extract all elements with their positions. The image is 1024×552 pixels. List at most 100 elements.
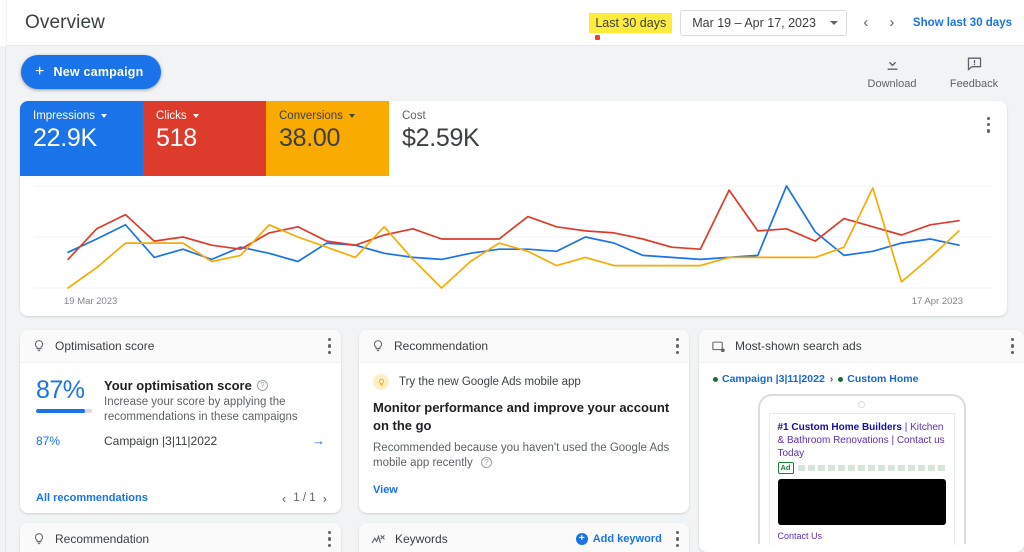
toolbar-right-actions: Download Feedback: [864, 55, 1024, 90]
optimisation-card-body: 87% Your optimisation score ? Increase y…: [20, 363, 341, 425]
ad-display-url-redacted: [797, 465, 946, 471]
recommendation-card-2: Recommendation: [20, 523, 341, 552]
metric-tile-conversions[interactable]: Conversions 38.00: [266, 101, 389, 176]
metric-tile-cost[interactable]: Cost $2.59K: [389, 101, 512, 176]
performance-card-menu[interactable]: [986, 101, 1007, 133]
ad-badge: Ad: [777, 462, 794, 474]
breadcrumb-separator: ›: [829, 373, 834, 385]
lightbulb-badge-icon: [373, 374, 389, 390]
optimisation-card-actions: [327, 338, 331, 354]
metric-cost-value: $2.59K: [402, 124, 480, 152]
left-nav-rail-top: [0, 0, 6, 46]
metric-tile-impressions[interactable]: Impressions 22.9K: [20, 101, 143, 176]
keywords-card-header: Keywords + Add keyword: [359, 523, 689, 552]
metric-impressions-value: 22.9K: [33, 124, 97, 152]
action-toolbar: + New campaign Download Feedback: [7, 47, 1024, 97]
more-options-icon[interactable]: [327, 338, 331, 354]
keywords-icon: [371, 533, 386, 546]
recommendation-2-header: Recommendation: [20, 523, 341, 552]
recommendation-card: Recommendation Try the new Google Ads mo…: [359, 330, 689, 513]
ad-sitelink-1[interactable]: Contact Us: [778, 531, 946, 541]
notification-dot: [595, 35, 600, 40]
header-controls: Last 30 days Mar 19 – Apr 17, 2023 ‹ › S…: [589, 9, 1024, 36]
metric-tile-clicks[interactable]: Clicks 518: [143, 101, 266, 176]
lightbulb-icon: [371, 339, 385, 353]
metric-cost-label: Cost: [402, 110, 426, 122]
recommendation-reason: Recommended because you haven't used the…: [373, 441, 673, 471]
new-campaign-label: New campaign: [53, 65, 144, 79]
optimisation-score-percent: 87%: [36, 376, 85, 404]
metric-clicks-header: Clicks: [156, 110, 266, 122]
optimisation-card-footer: All recommendations ‹ 1 / 1 ›: [20, 483, 341, 513]
most-shown-search-ads-card: Most-shown search ads Campaign |3|11|202…: [699, 330, 1024, 552]
download-label: Download: [867, 77, 917, 90]
optimisation-card-header: Optimisation score: [20, 330, 341, 363]
optimisation-headline-text: Your optimisation score: [104, 378, 252, 393]
optimisation-score-text: Your optimisation score ? Increase your …: [104, 377, 325, 425]
keywords-card-actions: + Add keyword: [575, 531, 679, 547]
keywords-card-title: Keywords: [395, 532, 448, 546]
feedback-button[interactable]: Feedback: [946, 55, 1002, 90]
most-shown-ads-body: Campaign |3|11|2022 › Custom Home #1 Cus…: [699, 363, 1024, 545]
more-options-icon[interactable]: [327, 531, 331, 547]
left-nav-rail: [0, 0, 6, 552]
all-recommendations-link[interactable]: All recommendations: [36, 492, 148, 504]
metric-conversions-label: Conversions: [279, 110, 343, 122]
breadcrumb-adgroup-link[interactable]: Custom Home: [847, 373, 918, 385]
new-campaign-button[interactable]: + New campaign: [21, 55, 162, 89]
arrow-right-icon[interactable]: →: [312, 433, 325, 448]
date-next-button[interactable]: ›: [879, 10, 905, 36]
most-shown-ads-header: Most-shown search ads: [699, 330, 1024, 363]
ad-preview-icon: [711, 339, 726, 354]
breadcrumb-campaign-link[interactable]: Campaign |3|11|2022: [722, 373, 825, 385]
chart-line-conversions: [67, 187, 960, 289]
lightbulb-icon: [32, 532, 46, 546]
optimisation-score-bar: [36, 409, 92, 413]
pager-next-button[interactable]: ›: [323, 491, 327, 506]
help-icon[interactable]: ?: [480, 457, 492, 468]
metric-tiles: Impressions 22.9K Clicks 518 Conversions…: [20, 101, 1007, 176]
date-prev-button[interactable]: ‹: [853, 10, 879, 36]
more-options-icon[interactable]: [675, 531, 679, 547]
optimisation-row-campaign: Campaign |3|11|2022: [104, 433, 218, 448]
metric-cost-header: Cost: [402, 110, 512, 122]
date-range-preset-label: Last 30 days: [589, 12, 673, 33]
more-options-icon: [986, 117, 990, 133]
most-shown-ads-actions: [1010, 338, 1014, 354]
pager-prev-button[interactable]: ‹: [282, 491, 286, 506]
performance-chart-svg: [34, 185, 993, 289]
date-range-picker[interactable]: Mar 19 – Apr 17, 2023: [680, 9, 847, 36]
recommendation-card-actions: [675, 338, 679, 354]
ad-headline[interactable]: #1 Custom Home Builders | Kitchen & Bath…: [778, 421, 946, 460]
status-dot-icon: [838, 376, 844, 382]
status-dot-icon: [713, 376, 718, 382]
google-ads-overview-page: Overview Last 30 days Mar 19 – Apr 17, 2…: [0, 0, 1024, 552]
recommendation-card-body: Try the new Google Ads mobile app Monito…: [359, 363, 689, 496]
recommendation-headline: Monitor performance and improve your acc…: [373, 400, 670, 433]
chevron-down-icon[interactable]: [348, 114, 355, 118]
chevron-down-icon[interactable]: [101, 114, 107, 118]
chart-line-impressions: [67, 185, 960, 263]
recommendation-reason-text: Recommended because you haven't used the…: [373, 442, 670, 469]
recommendation-view-link[interactable]: View: [373, 484, 673, 496]
performance-summary-card: Impressions 22.9K Clicks 518 Conversions…: [20, 101, 1007, 316]
chevron-down-icon[interactable]: [192, 114, 199, 118]
performance-chart: 19 Mar 2023 17 Apr 2023: [20, 176, 1007, 316]
more-options-icon[interactable]: [675, 338, 679, 354]
ad-preview-device: #1 Custom Home Builders | Kitchen & Bath…: [757, 394, 966, 545]
most-shown-ads-title: Most-shown search ads: [735, 339, 862, 353]
chart-x-tick-end: 17 Apr 2023: [911, 296, 963, 307]
help-icon[interactable]: ?: [256, 380, 268, 391]
ad-preview-screen: #1 Custom Home Builders | Kitchen & Bath…: [768, 413, 955, 545]
add-keyword-button[interactable]: + Add keyword: [575, 533, 662, 545]
more-options-icon[interactable]: [1010, 338, 1014, 354]
recommendation-2-title: Recommendation: [55, 532, 150, 546]
show-last-30-days-link[interactable]: Show last 30 days: [913, 17, 1012, 29]
optimisation-score-gauge: 87%: [36, 377, 104, 425]
download-button[interactable]: Download: [864, 55, 920, 90]
device-camera-icon: [858, 401, 865, 408]
ad-url-row: Ad: [777, 462, 946, 474]
optimisation-row-percent: 87%: [36, 433, 61, 448]
optimisation-campaign-row[interactable]: 87% Campaign |3|11|2022 →: [20, 425, 341, 448]
page-header: Overview Last 30 days Mar 19 – Apr 17, 2…: [7, 0, 1024, 46]
